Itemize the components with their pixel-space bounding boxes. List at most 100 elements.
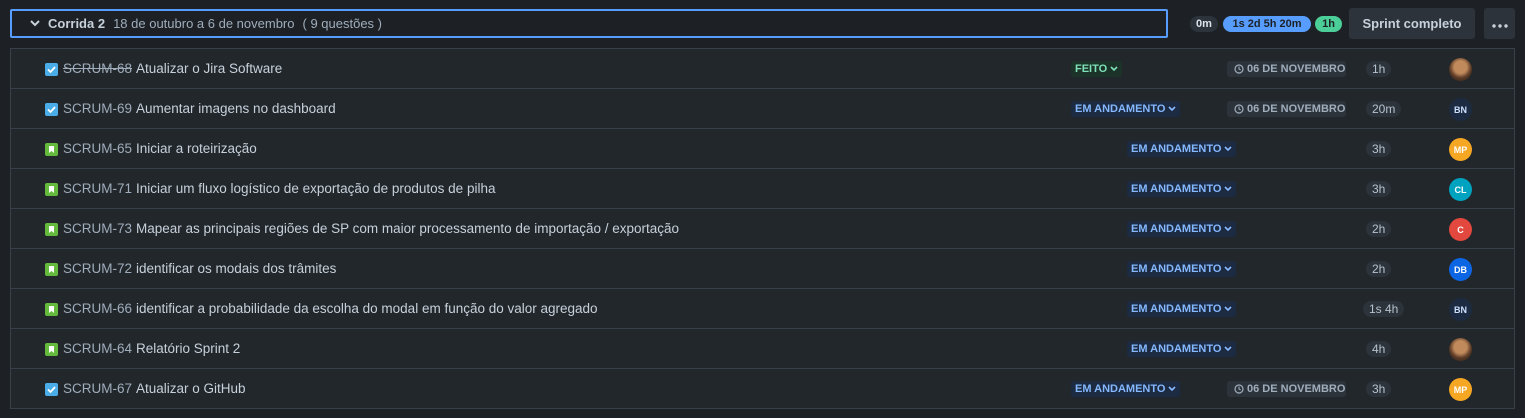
chevron-down-icon xyxy=(1168,106,1177,112)
clock-icon xyxy=(1234,104,1244,114)
story-bookmark-icon xyxy=(45,143,58,156)
assignee-avatar[interactable]: CL xyxy=(1449,178,1472,201)
status-label: FEITO xyxy=(1075,63,1108,75)
issue-row[interactable]: SCRUM-73 Mapear as principais regiões de … xyxy=(11,209,1514,249)
sprint-header[interactable]: Corrida 2 18 de outubro a 6 de novembro … xyxy=(10,9,1168,38)
issue-key[interactable]: SCRUM-69 xyxy=(63,101,132,116)
status-label: EM ANDAMENTO xyxy=(1075,383,1166,395)
assignee-avatar[interactable]: BN xyxy=(1449,98,1472,121)
issue-list: SCRUM-68 Atualizar o Jira Software FEITO 06… xyxy=(10,48,1515,409)
estimate-badge[interactable]: 3h xyxy=(1366,181,1392,197)
chevron-down-icon[interactable] xyxy=(28,17,42,31)
estimate-badge[interactable]: 20m xyxy=(1366,101,1402,117)
issue-row[interactable]: SCRUM-65 Iniciar a roteirização EM ANDAMEN… xyxy=(11,129,1514,169)
assignee-avatar[interactable]: MP xyxy=(1449,378,1472,401)
issue-row[interactable]: SCRUM-68 Atualizar o Jira Software FEITO 06… xyxy=(11,49,1514,89)
status-label: EM ANDAMENTO xyxy=(1131,183,1222,195)
issue-summary[interactable]: Aumentar imagens no dashboard xyxy=(136,101,336,116)
status-dropdown[interactable]: EM ANDAMENTO xyxy=(1071,381,1181,397)
chevron-down-icon xyxy=(1168,386,1177,392)
issue-summary[interactable]: Relatório Sprint 2 xyxy=(136,341,240,356)
clock-icon xyxy=(1234,64,1244,74)
issue-key[interactable]: SCRUM-73 xyxy=(63,221,132,236)
status-dropdown[interactable]: EM ANDAMENTO xyxy=(1127,181,1237,197)
estimate-todo-badge: 0m xyxy=(1190,16,1218,32)
status-dropdown[interactable]: EM ANDAMENTO xyxy=(1127,341,1237,357)
issue-key[interactable]: SCRUM-67 xyxy=(63,381,132,396)
status-dropdown[interactable]: EM ANDAMENTO xyxy=(1127,221,1237,237)
chevron-down-icon xyxy=(1224,346,1233,352)
status-dropdown[interactable]: EM ANDAMENTO xyxy=(1071,101,1181,117)
due-date-label: 06 DE NOVEMBRO xyxy=(1247,383,1346,395)
estimate-badge[interactable]: 3h xyxy=(1366,141,1392,157)
issue-row[interactable]: SCRUM-66 identificar a probabilidade da e… xyxy=(11,289,1514,329)
status-label: EM ANDAMENTO xyxy=(1131,223,1222,235)
more-actions-button[interactable] xyxy=(1484,8,1515,39)
status-dropdown[interactable]: EM ANDAMENTO xyxy=(1127,261,1237,277)
issue-summary[interactable]: Mapear as principais regiões de SP com m… xyxy=(136,221,679,236)
status-label: EM ANDAMENTO xyxy=(1131,263,1222,275)
status-label: EM ANDAMENTO xyxy=(1075,103,1166,115)
issue-row[interactable]: SCRUM-69 Aumentar imagens no dashboard EM … xyxy=(11,89,1514,129)
due-date-badge: 06 DE NOVEMBRO xyxy=(1227,381,1346,397)
more-icon xyxy=(1491,15,1508,33)
due-date-label: 06 DE NOVEMBRO xyxy=(1247,63,1346,75)
issue-row[interactable]: SCRUM-64 Relatório Sprint 2 EM ANDAMENTO 4h xyxy=(11,329,1514,369)
issue-key[interactable]: SCRUM-72 xyxy=(63,261,132,276)
status-label: EM ANDAMENTO xyxy=(1131,143,1222,155)
estimate-badge[interactable]: 1h xyxy=(1366,61,1392,77)
estimate-badge[interactable]: 4h xyxy=(1366,341,1392,357)
status-label: EM ANDAMENTO xyxy=(1131,343,1222,355)
status-dropdown[interactable]: FEITO xyxy=(1071,61,1123,77)
estimate-done-badge: 1h xyxy=(1315,16,1342,32)
issue-summary[interactable]: Atualizar o Jira Software xyxy=(136,61,282,76)
issue-summary[interactable]: Iniciar a roteirização xyxy=(136,141,257,156)
issue-key[interactable]: SCRUM-71 xyxy=(63,181,132,196)
issue-row[interactable]: SCRUM-72 identificar os modais dos trâmit… xyxy=(11,249,1514,289)
estimate-in-progress-badge: 1s 2d 5h 20m xyxy=(1223,16,1311,32)
issue-summary[interactable]: Iniciar um fluxo logístico de exportação… xyxy=(136,181,495,196)
story-bookmark-icon xyxy=(45,223,58,236)
chevron-down-icon xyxy=(1224,186,1233,192)
assignee-avatar[interactable] xyxy=(1449,58,1472,81)
issue-key[interactable]: SCRUM-64 xyxy=(63,341,132,356)
story-bookmark-icon xyxy=(45,343,58,356)
chevron-down-icon xyxy=(1224,226,1233,232)
issue-key[interactable]: SCRUM-65 xyxy=(63,141,132,156)
assignee-avatar[interactable]: DB xyxy=(1449,258,1472,281)
issue-row[interactable]: SCRUM-71 Iniciar um fluxo logístico de ex… xyxy=(11,169,1514,209)
chevron-down-icon xyxy=(1110,66,1118,72)
task-checkbox-icon xyxy=(45,103,58,116)
issue-summary[interactable]: identificar a probabilidade da escolha d… xyxy=(136,301,598,316)
clock-icon xyxy=(1234,384,1244,394)
assignee-avatar[interactable]: MP xyxy=(1449,138,1472,161)
due-date-badge: 06 DE NOVEMBRO xyxy=(1227,61,1346,77)
estimate-badge[interactable]: 3h xyxy=(1366,381,1392,397)
assignee-avatar[interactable]: BN xyxy=(1449,298,1472,321)
chevron-down-icon xyxy=(1224,266,1233,272)
issue-summary[interactable]: identificar os modais dos trâmites xyxy=(136,261,336,276)
issue-key[interactable]: SCRUM-66 xyxy=(63,301,132,316)
chevron-down-icon xyxy=(1224,306,1233,312)
chevron-down-icon xyxy=(1224,146,1233,152)
issue-row[interactable]: SCRUM-67 Atualizar o GitHub EM ANDAMENTO 06… xyxy=(11,369,1514,409)
task-checkbox-icon xyxy=(45,63,58,76)
status-dropdown[interactable]: EM ANDAMENTO xyxy=(1127,301,1237,317)
issue-summary[interactable]: Atualizar o GitHub xyxy=(136,381,246,396)
story-bookmark-icon xyxy=(45,183,58,196)
sprint-name: Corrida 2 xyxy=(48,16,106,31)
estimate-badge[interactable]: 2h xyxy=(1366,221,1392,237)
status-dropdown[interactable]: EM ANDAMENTO xyxy=(1127,141,1237,157)
story-bookmark-icon xyxy=(45,303,58,316)
due-date-label: 06 DE NOVEMBRO xyxy=(1247,103,1346,115)
story-bookmark-icon xyxy=(45,263,58,276)
estimate-badge[interactable]: 1s 4h xyxy=(1363,301,1405,317)
due-date-badge: 06 DE NOVEMBRO xyxy=(1227,101,1346,117)
complete-sprint-button[interactable]: Sprint completo xyxy=(1349,8,1475,39)
assignee-avatar[interactable]: C xyxy=(1449,218,1472,241)
assignee-avatar[interactable] xyxy=(1449,338,1472,361)
sprint-issue-count: ( 9 questões ) xyxy=(302,16,383,31)
estimate-badge[interactable]: 2h xyxy=(1366,261,1392,277)
issue-key[interactable]: SCRUM-68 xyxy=(63,61,132,76)
status-label: EM ANDAMENTO xyxy=(1131,303,1222,315)
